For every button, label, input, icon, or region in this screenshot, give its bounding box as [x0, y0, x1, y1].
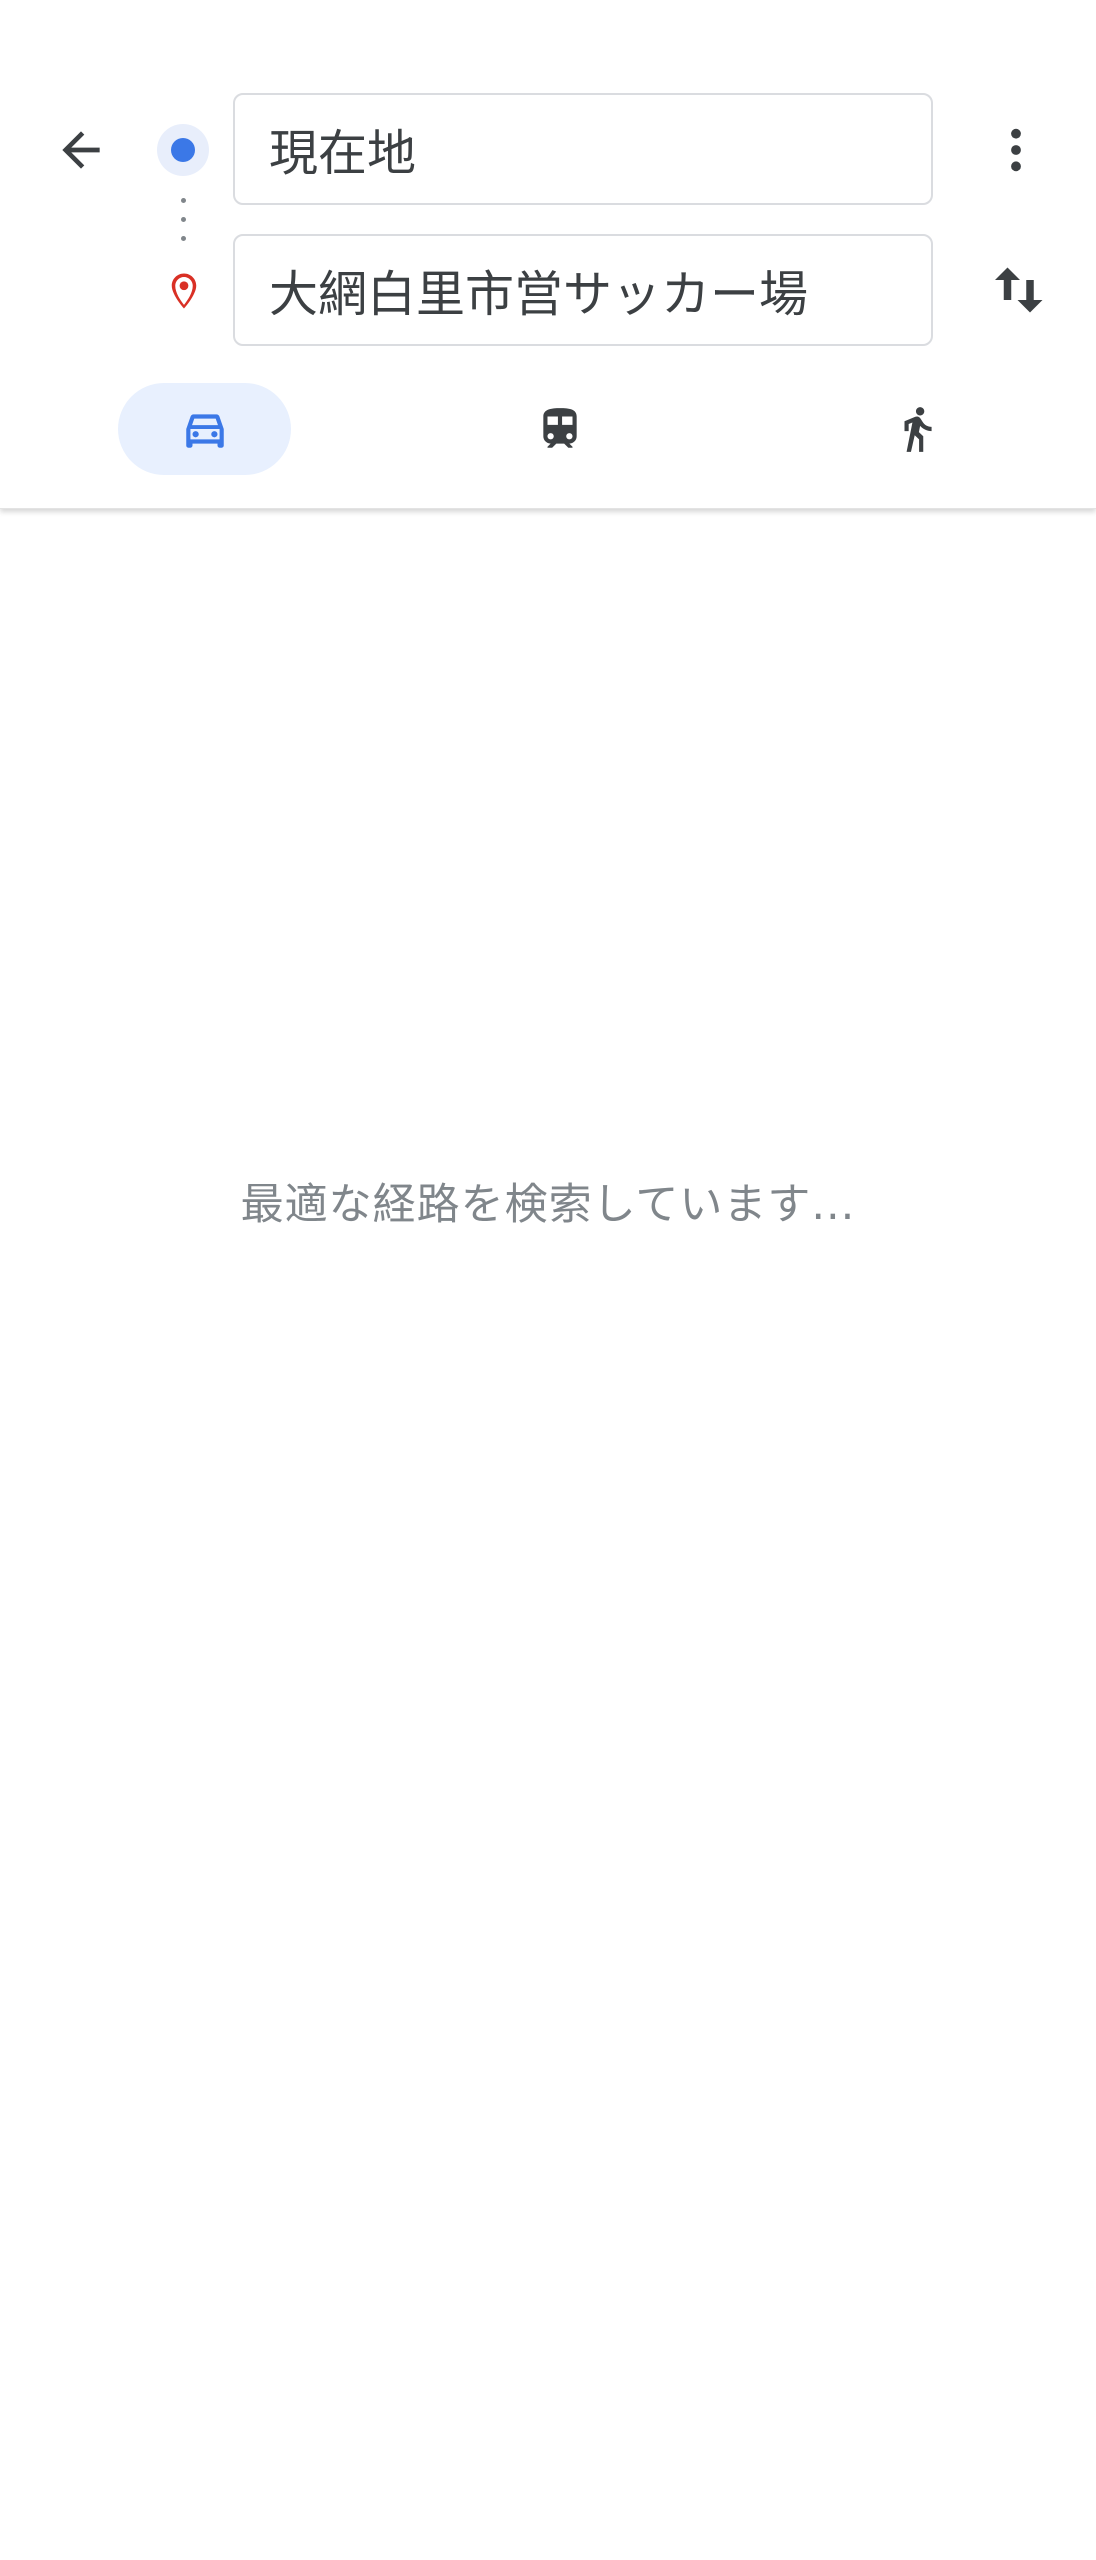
walk-icon — [904, 407, 932, 452]
origin-dot — [171, 138, 195, 162]
more-options-button[interactable] — [978, 100, 1054, 200]
more-vert-icon — [1011, 128, 1021, 172]
tab-driving[interactable] — [118, 383, 291, 475]
origin-marker-icon — [157, 124, 209, 176]
origin-field[interactable]: 現在地 — [233, 93, 933, 205]
car-icon — [185, 414, 224, 448]
destination-pin-icon — [171, 273, 197, 309]
directions-header: 現在地 大網白里市営サッカー場 — [0, 0, 1096, 509]
route-connector-dots — [181, 198, 187, 244]
arrow-back-icon — [62, 131, 100, 169]
swap-vert-icon — [995, 267, 1043, 313]
loading-status-text: 最適な経路を検索しています... — [240, 1180, 856, 1230]
tab-transit[interactable] — [515, 383, 605, 475]
train-icon — [543, 408, 577, 448]
swap-origin-destination-button[interactable] — [975, 240, 1055, 340]
destination-field[interactable]: 大網白里市営サッカー場 — [233, 234, 933, 346]
tab-walking[interactable] — [872, 383, 962, 475]
back-button[interactable] — [36, 100, 126, 200]
